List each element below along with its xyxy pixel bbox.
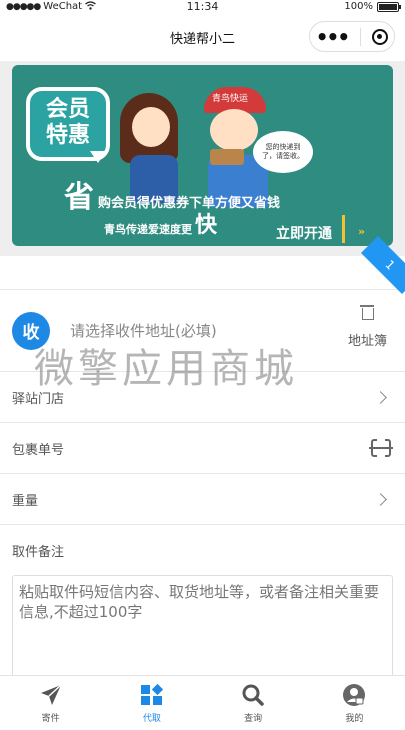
tab-query-label: 查询	[244, 713, 263, 724]
address-selector[interactable]: 收 请选择收件地址(必填) 地址簿	[0, 290, 405, 372]
note-container	[0, 575, 405, 685]
wifi-icon	[85, 0, 96, 13]
note-label-row: 取件备注	[0, 525, 405, 575]
trash-icon[interactable]	[360, 304, 375, 320]
badge-line-2: 特惠	[45, 123, 90, 148]
slogan-big-char: 省	[64, 180, 94, 215]
slogan-line-2: 青鸟传递爱速度更 快	[104, 215, 217, 237]
battery-icon	[377, 1, 401, 12]
tab-query[interactable]: 查询	[203, 676, 304, 730]
address-placeholder[interactable]: 请选择收件地址(必填)	[70, 320, 217, 341]
slogan2-big-char: 快	[195, 213, 218, 238]
tab-bar: 寄件 代取 查询 我的	[0, 675, 405, 730]
double-arrow-icon: »	[358, 225, 365, 238]
scan-icon[interactable]	[369, 436, 393, 460]
tab-send-label: 寄件	[41, 713, 60, 724]
speech-bubble: 您的快递到了，请签收。	[253, 131, 313, 173]
battery-percent: 100%	[344, 1, 373, 12]
slogan-text: 购会员得优惠券下单方便又省钱	[98, 196, 281, 211]
clock: 11:34	[186, 0, 219, 13]
user-icon	[343, 683, 366, 706]
chevron-right-icon	[374, 390, 387, 404]
address-book-label: 地址簿	[347, 334, 387, 349]
tab-mine[interactable]: 我的	[304, 676, 405, 730]
station-label: 驿站门店	[12, 391, 65, 407]
note-label: 取件备注	[12, 544, 65, 560]
send-icon	[40, 683, 62, 705]
cta-divider	[342, 215, 345, 243]
carrier-label: WeChat	[43, 1, 83, 12]
membership-banner[interactable]: 会员 特惠 青鸟快运 您的快递到了，请签收。 省 购会员得优惠券下单方便又省钱 …	[12, 65, 393, 246]
tab-mine-label: 我的	[345, 713, 364, 724]
member-offer-badge: 会员 特惠	[26, 87, 110, 163]
status-bar: ●●●●● WeChat 11:34 100%	[0, 0, 405, 13]
tab-send[interactable]: 寄件	[0, 676, 101, 730]
signal-icon: ●●●●●	[6, 1, 41, 12]
close-miniprogram-icon[interactable]	[372, 28, 389, 45]
tracking-label: 包裹单号	[12, 442, 65, 458]
weight-label: 重量	[12, 493, 39, 509]
parcel-illustration	[210, 149, 244, 165]
weight-row[interactable]: 重量	[0, 474, 405, 525]
page-title: 快递帮小二	[169, 31, 235, 47]
slogan2-text: 青鸟传递爱速度更	[104, 223, 192, 236]
tracking-row[interactable]: 包裹单号	[0, 423, 405, 474]
tab-pickup-label: 代取	[142, 713, 161, 724]
station-row[interactable]: 驿站门店	[0, 372, 405, 423]
banner-section: 会员 特惠 青鸟快运 您的快递到了，请签收。 省 购会员得优惠券下单方便又省钱 …	[0, 61, 405, 256]
spacer	[0, 256, 405, 290]
capsule-divider	[359, 27, 361, 46]
tab-pickup[interactable]: 代取	[101, 676, 202, 730]
mini-program-capsule: •••	[309, 21, 395, 52]
pickup-icon	[140, 683, 164, 705]
search-icon	[242, 684, 264, 706]
more-icon[interactable]: •••	[316, 27, 350, 47]
address-book-button[interactable]: 地址簿	[348, 304, 387, 349]
slogan-line-1: 省 购会员得优惠券下单方便又省钱	[64, 183, 280, 213]
chevron-right-icon	[374, 492, 387, 506]
badge-line-1: 会员	[45, 97, 90, 122]
brand-label: 青鸟快运	[212, 94, 249, 104]
note-textarea[interactable]	[12, 575, 393, 681]
receive-badge: 收	[12, 311, 50, 350]
open-membership-button[interactable]: 立即开通	[276, 223, 332, 243]
navigation-bar: 快递帮小二 •••	[0, 13, 405, 61]
